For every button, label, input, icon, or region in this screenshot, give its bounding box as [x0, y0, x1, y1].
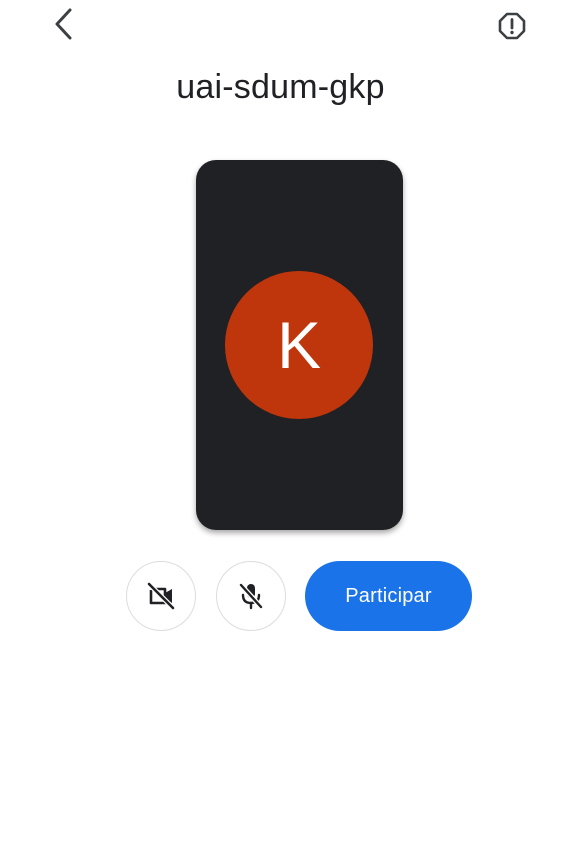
video-off-icon	[146, 581, 176, 611]
back-button[interactable]	[44, 4, 84, 44]
camera-toggle-button[interactable]	[126, 561, 196, 631]
media-controls: Participar	[0, 560, 561, 632]
chevron-left-icon	[55, 8, 72, 40]
avatar: K	[225, 271, 373, 419]
self-video-preview: K	[196, 160, 403, 530]
top-bar	[0, 0, 561, 56]
meeting-code: uai-sdum-gkp	[176, 68, 385, 106]
mic-off-icon	[238, 582, 264, 610]
report-button[interactable]	[492, 6, 532, 46]
mic-toggle-button[interactable]	[216, 561, 286, 631]
report-alert-icon	[498, 12, 526, 40]
join-button[interactable]: Participar	[305, 561, 472, 631]
